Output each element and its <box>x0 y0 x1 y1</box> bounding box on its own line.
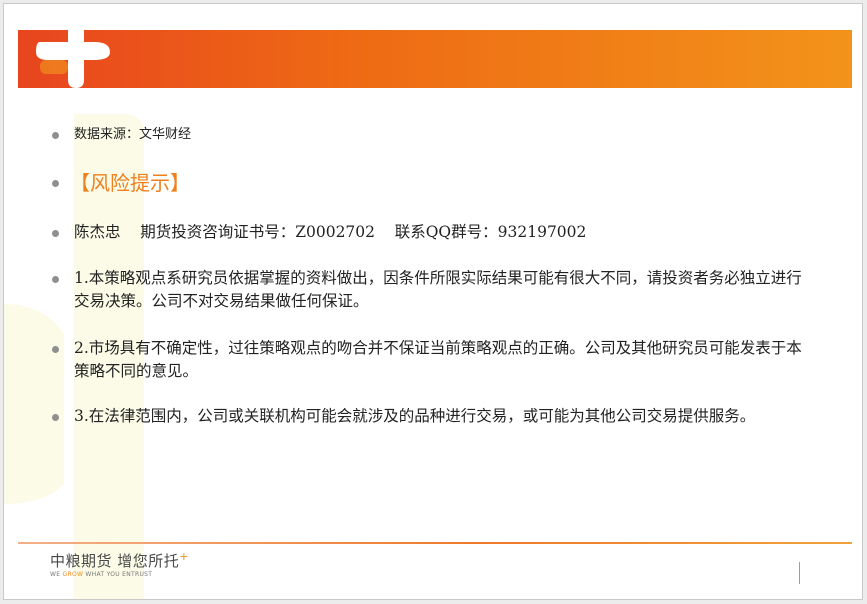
disclaimer-text: 2.市场具有不确定性，过往策略观点的吻合并不保证当前策略观点的正确。公司及其他研… <box>74 339 802 380</box>
plus-cross-logo-icon <box>36 30 110 88</box>
brand-slogan: WE GROW WHAT YOU ENTRUST <box>50 571 189 578</box>
bullet-icon <box>52 276 59 283</box>
bullet-icon <box>52 132 59 139</box>
footer-divider <box>18 542 852 544</box>
header-bar <box>18 30 852 88</box>
disclaimer-text: 1.本策略观点系研究员依据掌握的资料做出，因条件所限实际结果可能有很大不同，请投… <box>74 269 802 310</box>
bullet-icon <box>52 180 59 187</box>
brand-slogan-suffix: WHAT YOU ENTRUST <box>83 571 153 578</box>
footer-brand-logo: 中粮期货 增您所托+ WE GROW WHAT YOU ENTRUST <box>50 550 189 578</box>
disclaimer-text: 3.在法律范围内，公司或关联机构可能会就涉及的品种进行交易，或可能为其他公司交易… <box>74 407 756 425</box>
plus-icon: + <box>179 550 189 563</box>
bullet-icon <box>52 346 59 353</box>
risk-title: 【风险提示】 <box>70 171 190 195</box>
bullet-icon <box>52 414 59 421</box>
slide: 数据来源：文华财经 【风险提示】 陈杰忠 期货投资咨询证书号：Z0002702 … <box>3 3 863 600</box>
bullet-icon <box>52 230 59 237</box>
brand-name: 中粮期货 增您所托+ <box>50 550 189 571</box>
brand-slogan-prefix: WE <box>50 571 63 578</box>
contact-text: 陈杰忠 期货投资咨询证书号：Z0002702 联系QQ群号：932197002 <box>74 223 587 241</box>
brand-slogan-accent: GROW <box>62 571 84 578</box>
brand-name-text: 中粮期货 增您所托 <box>50 552 180 570</box>
footer-tick-mark <box>799 562 800 584</box>
source-text: 数据来源：文华财经 <box>74 127 192 142</box>
